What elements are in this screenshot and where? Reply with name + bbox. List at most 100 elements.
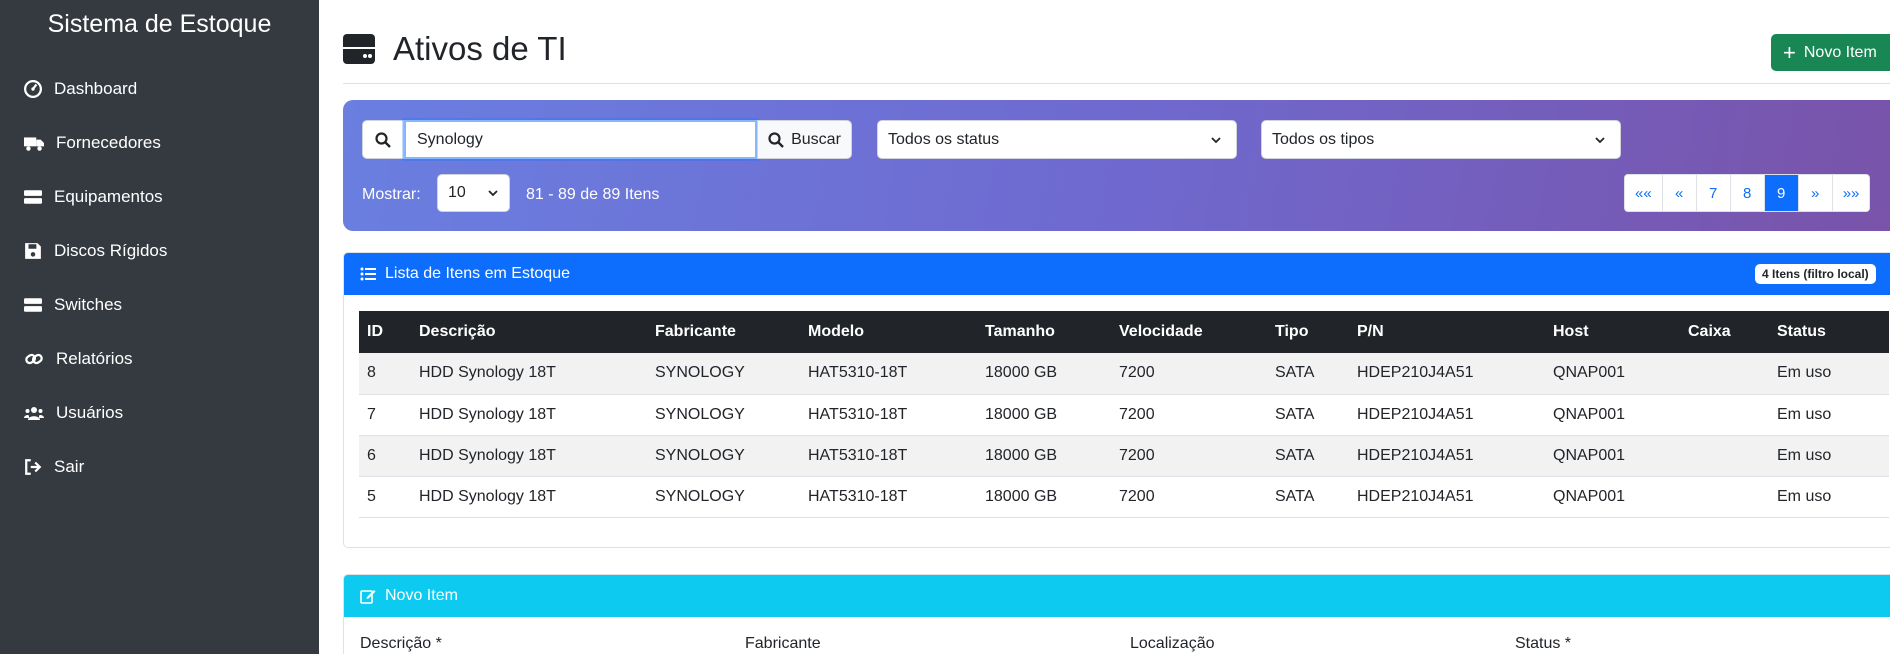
new-item-title: Novo Item bbox=[385, 587, 458, 604]
page-last-button[interactable]: »» bbox=[1832, 175, 1870, 211]
table-row[interactable]: 5 HDD Synology 18T SYNOLOGY HAT5310-18T … bbox=[359, 476, 1889, 518]
truck-icon bbox=[24, 137, 44, 151]
cell-id: 5 bbox=[359, 476, 411, 518]
page-prev-button[interactable]: « bbox=[1662, 175, 1697, 211]
table-row[interactable]: 8 HDD Synology 18T SYNOLOGY HAT5310-18T … bbox=[359, 353, 1889, 395]
floppy-icon bbox=[25, 243, 41, 259]
cell-pn: HDEP210J4A51 bbox=[1349, 476, 1545, 518]
page-9-button[interactable]: 9 bbox=[1764, 175, 1799, 211]
search-input[interactable] bbox=[404, 120, 757, 159]
cell-host: QNAP001 bbox=[1545, 476, 1680, 518]
cell-status: Em uso bbox=[1769, 435, 1889, 477]
items-count-badge: 4 Itens (filtro local) bbox=[1755, 264, 1876, 284]
page-first-button[interactable]: «« bbox=[1625, 175, 1663, 211]
table-header-row: ID Descrição Fabricante Modelo Tamanho V… bbox=[359, 311, 1889, 353]
page-size-label: Mostrar: bbox=[362, 186, 421, 203]
page-next-button[interactable]: » bbox=[1798, 175, 1833, 211]
cell-velocidade: 7200 bbox=[1111, 476, 1267, 518]
chevron-down-icon bbox=[1211, 137, 1221, 144]
cell-caixa bbox=[1680, 353, 1769, 395]
main-content: Ativos de TI + Novo Item Buscar Todos os… bbox=[319, 0, 1890, 654]
cell-modelo: HAT5310-18T bbox=[800, 353, 977, 395]
column-header-host: Host bbox=[1545, 311, 1680, 353]
edit-icon bbox=[360, 590, 376, 604]
sidebar-item-sair[interactable]: Sair bbox=[24, 452, 84, 482]
users-icon bbox=[24, 407, 44, 420]
label-fabricante: Fabricante bbox=[745, 635, 821, 652]
cell-id: 8 bbox=[359, 353, 411, 395]
cell-host: QNAP001 bbox=[1545, 394, 1680, 436]
cell-fabricante: SYNOLOGY bbox=[647, 435, 800, 477]
search-group: Buscar bbox=[362, 120, 852, 159]
sidebar-item-label: Fornecedores bbox=[56, 133, 161, 152]
sidebar-item-label: Discos Rígidos bbox=[54, 241, 168, 260]
table-row[interactable]: 6 HDD Synology 18T SYNOLOGY HAT5310-18T … bbox=[359, 435, 1889, 477]
cell-tamanho: 18000 GB bbox=[977, 394, 1111, 436]
sidebar-item-label: Sair bbox=[54, 457, 85, 476]
cell-host: QNAP001 bbox=[1545, 435, 1680, 477]
sidebar-item-dashboard[interactable]: Dashboard bbox=[24, 74, 137, 104]
cell-caixa bbox=[1680, 435, 1769, 477]
cell-id: 7 bbox=[359, 394, 411, 436]
search-button[interactable]: Buscar bbox=[757, 120, 852, 159]
sidebar-item-equipamentos[interactable]: Equipamentos bbox=[24, 182, 163, 212]
sidebar-item-relatorios[interactable]: Relatórios bbox=[24, 344, 133, 374]
cell-status: Em uso bbox=[1769, 353, 1889, 395]
range-text: 81 - 89 de 89 Itens bbox=[526, 186, 660, 203]
sidebar-item-label: Relatórios bbox=[56, 349, 133, 368]
server-icon bbox=[24, 190, 42, 204]
search-addon bbox=[362, 120, 404, 159]
page-title: Ativos de TI bbox=[343, 30, 567, 68]
cell-tipo: SATA bbox=[1267, 353, 1349, 395]
column-header-descricao: Descrição bbox=[411, 311, 647, 353]
link-icon bbox=[25, 353, 43, 365]
page-size-value: 10 bbox=[448, 184, 466, 201]
cell-descricao: HDD Synology 18T bbox=[411, 394, 647, 436]
cell-descricao: HDD Synology 18T bbox=[411, 353, 647, 395]
sidebar-item-label: Switches bbox=[54, 295, 123, 314]
hdd-icon bbox=[343, 34, 375, 64]
table-row[interactable]: 7 HDD Synology 18T SYNOLOGY HAT5310-18T … bbox=[359, 394, 1889, 436]
dashboard-icon bbox=[24, 80, 42, 98]
column-header-modelo: Modelo bbox=[800, 311, 977, 353]
column-header-velocidade: Velocidade bbox=[1111, 311, 1267, 353]
cell-modelo: HAT5310-18T bbox=[800, 476, 977, 518]
cell-status: Em uso bbox=[1769, 476, 1889, 518]
label-status: Status * bbox=[1515, 635, 1572, 652]
items-list-header: Lista de Itens em Estoque 4 Itens (filtr… bbox=[344, 253, 1890, 295]
sidebar-item-switches[interactable]: Switches bbox=[24, 290, 122, 320]
cell-id: 6 bbox=[359, 435, 411, 477]
cell-velocidade: 7200 bbox=[1111, 435, 1267, 477]
cell-caixa bbox=[1680, 476, 1769, 518]
type-select[interactable]: Todos os tipos bbox=[1261, 120, 1621, 159]
sidebar-item-fornecedores[interactable]: Fornecedores bbox=[24, 128, 161, 158]
cell-tipo: SATA bbox=[1267, 476, 1349, 518]
cell-velocidade: 7200 bbox=[1111, 394, 1267, 436]
column-header-status: Status bbox=[1769, 311, 1889, 353]
status-select[interactable]: Todos os status bbox=[877, 120, 1237, 159]
column-header-tipo: Tipo bbox=[1267, 311, 1349, 353]
cell-tamanho: 18000 GB bbox=[977, 435, 1111, 477]
new-item-card: Novo Item Descrição * Fabricante Localiz… bbox=[343, 574, 1890, 654]
new-item-header: Novo Item bbox=[344, 575, 1890, 617]
page-8-button[interactable]: 8 bbox=[1730, 175, 1765, 211]
cell-fabricante: SYNOLOGY bbox=[647, 476, 800, 518]
column-header-fabricante: Fabricante bbox=[647, 311, 800, 353]
cell-descricao: HDD Synology 18T bbox=[411, 435, 647, 477]
new-item-button-label: Novo Item bbox=[1803, 43, 1877, 61]
sidebar-item-usuarios[interactable]: Usuários bbox=[24, 398, 123, 428]
cell-modelo: HAT5310-18T bbox=[800, 435, 977, 477]
cell-fabricante: SYNOLOGY bbox=[647, 394, 800, 436]
switch-icon bbox=[24, 298, 42, 312]
cell-fabricante: SYNOLOGY bbox=[647, 353, 800, 395]
page-7-button[interactable]: 7 bbox=[1696, 175, 1731, 211]
sidebar-item-discos[interactable]: Discos Rígidos bbox=[24, 236, 167, 266]
chevron-down-icon bbox=[488, 190, 498, 197]
page-size-select[interactable]: 10 bbox=[437, 174, 510, 212]
filter-panel: Buscar Todos os status Todos os tipos Mo… bbox=[343, 100, 1890, 231]
cell-caixa bbox=[1680, 394, 1769, 436]
cell-tamanho: 18000 GB bbox=[977, 476, 1111, 518]
chevron-down-icon bbox=[1595, 137, 1605, 144]
new-item-button[interactable]: + Novo Item bbox=[1771, 34, 1890, 71]
search-icon bbox=[768, 131, 784, 148]
